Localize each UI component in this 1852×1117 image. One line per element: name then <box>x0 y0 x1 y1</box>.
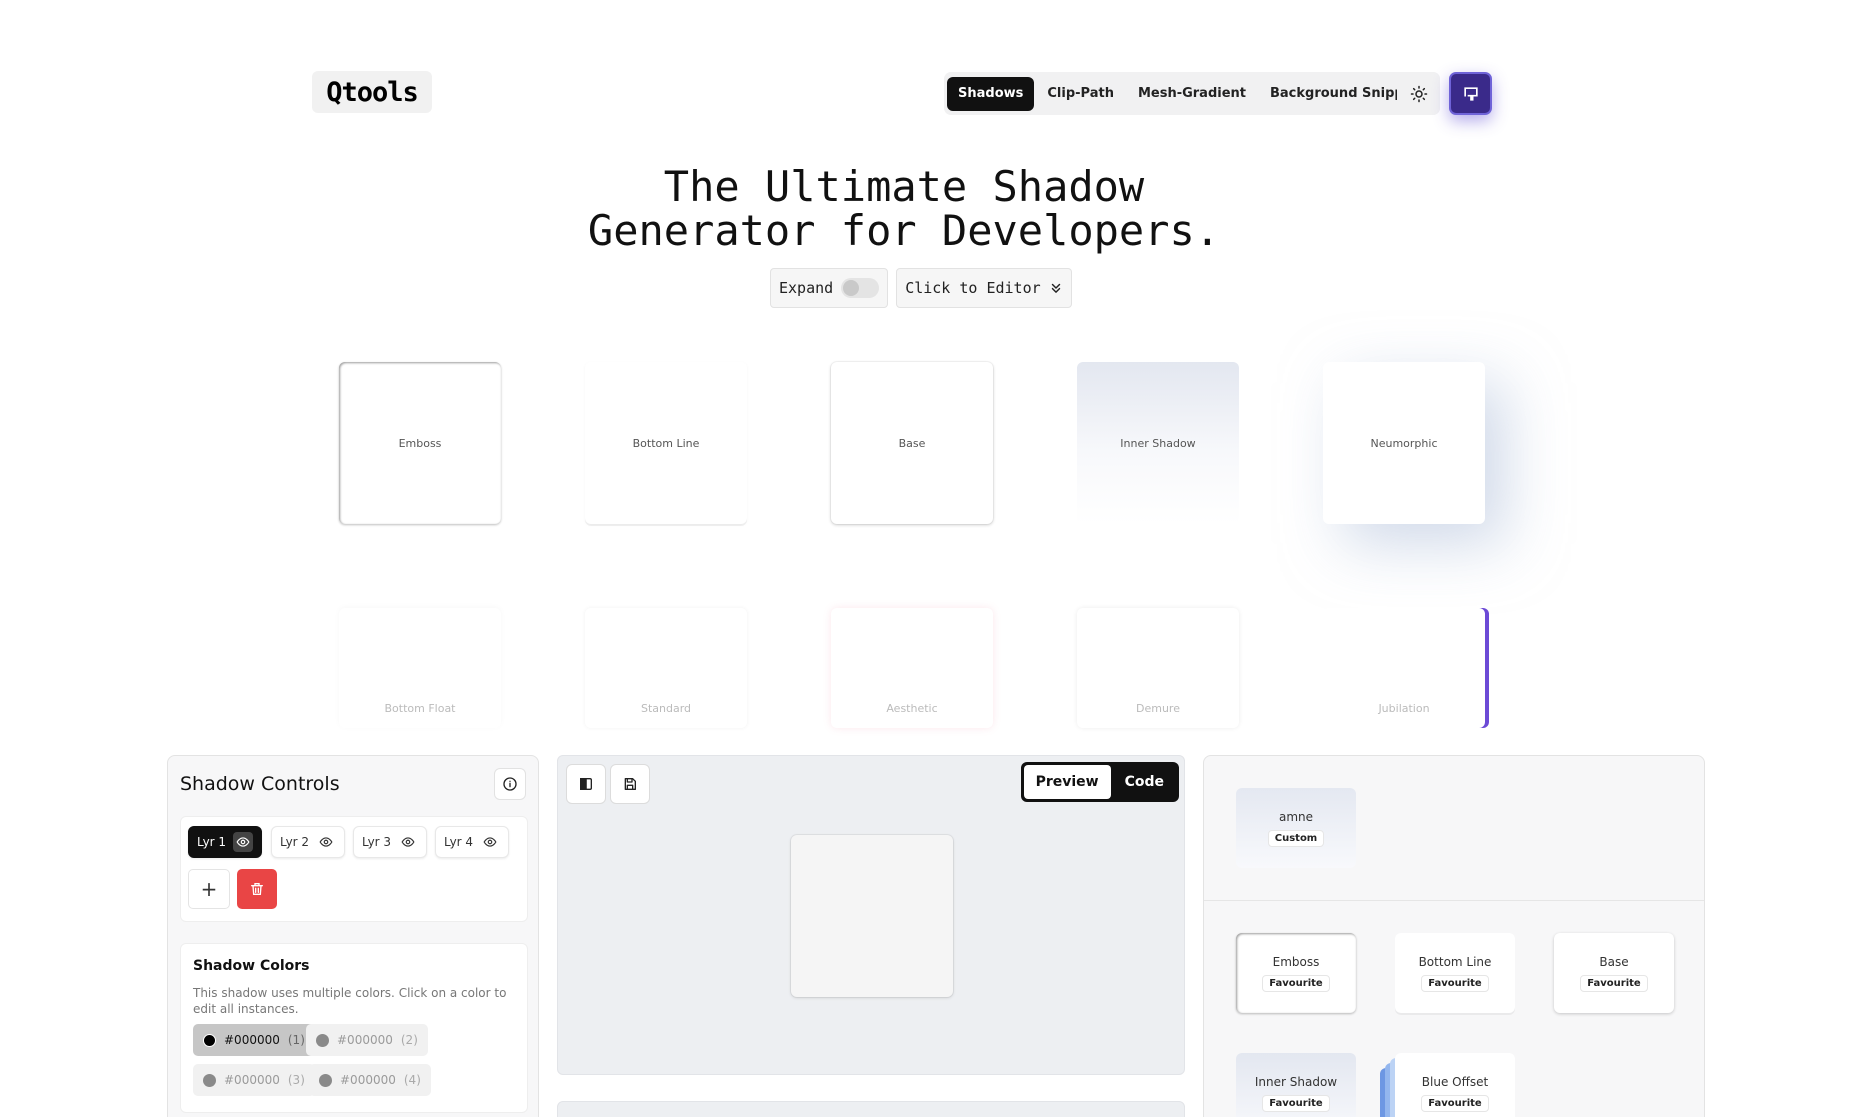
layer-tab-2[interactable]: Lyr 2 <box>271 826 346 858</box>
chevrons-down-icon <box>1051 283 1060 293</box>
color-swatch <box>316 1033 329 1047</box>
github-icon <box>1463 86 1478 101</box>
saved-shadows-panel: amne Custom Emboss Favourite Bottom Line… <box>1203 755 1705 1117</box>
info-icon <box>503 777 517 791</box>
favourite-card-inner-shadow[interactable]: Inner Shadow Favourite <box>1236 1053 1356 1117</box>
shadow-card-bottom-float[interactable]: Bottom Float <box>339 608 501 728</box>
custom-badge: Custom <box>1267 829 1325 847</box>
custom-shadow-card[interactable]: amne Custom <box>1236 788 1356 868</box>
save-button[interactable] <box>610 764 650 804</box>
layer-tab-3[interactable]: Lyr 3 <box>353 826 428 858</box>
expand-switch[interactable] <box>841 278 880 298</box>
shadow-card-standard[interactable]: Standard <box>585 608 747 728</box>
editor-secondary-panel <box>557 1101 1185 1117</box>
layer-tab-1[interactable]: Lyr 1 <box>188 826 263 858</box>
shadow-card-base[interactable]: Base <box>831 362 993 524</box>
contrast-toggle-button[interactable] <box>566 764 606 804</box>
favourite-card-bottom-line[interactable]: Bottom Line Favourite <box>1395 933 1515 1013</box>
trash-icon <box>251 883 263 895</box>
layer-tab-4[interactable]: Lyr 4 <box>435 826 510 858</box>
shadow-card-inner-shadow[interactable]: Inner Shadow <box>1077 362 1239 524</box>
shadow-card-jubilation[interactable]: Jubilation <box>1323 608 1485 728</box>
favourite-card-base[interactable]: Base Favourite <box>1554 933 1674 1013</box>
delete-layer-button[interactable] <box>237 869 277 909</box>
view-mode-toggle: Preview Code <box>1020 762 1179 802</box>
github-button[interactable] <box>1449 72 1492 115</box>
shadow-card-bottom-line[interactable]: Bottom Line <box>585 362 747 524</box>
divider <box>1204 900 1704 901</box>
shadow-card-emboss[interactable]: Emboss <box>339 362 501 524</box>
eye-icon[interactable] <box>398 832 418 852</box>
eye-icon[interactable] <box>480 832 500 852</box>
shadow-card-neumorphic[interactable]: Neumorphic <box>1323 362 1485 524</box>
favourite-card-blue-offset[interactable]: Blue Offset Favourite <box>1395 1053 1515 1117</box>
click-to-editor-button[interactable]: Click to Editor <box>896 268 1072 308</box>
color-chip-1[interactable]: #000000 (1) <box>193 1024 315 1056</box>
sun-icon <box>1410 85 1427 102</box>
color-swatch <box>203 1073 216 1087</box>
shadow-preview-box <box>791 835 953 997</box>
color-chip-2[interactable]: #000000 (2) <box>306 1024 428 1056</box>
add-layer-button[interactable]: + <box>188 869 230 909</box>
logo[interactable]: Qtools <box>312 71 432 113</box>
shadow-controls-title: Shadow Controls <box>180 773 340 795</box>
info-button[interactable] <box>494 768 526 800</box>
shadow-colors-description: This shadow uses multiple colors. Click … <box>193 986 507 1016</box>
save-icon <box>624 778 636 790</box>
page-title-line-1: The Ultimate Shadow <box>663 162 1145 211</box>
main-nav: Shadows Clip-Path Mesh-Gradient Backgrou… <box>944 72 1441 115</box>
shadow-card-demure[interactable]: Demure <box>1077 608 1239 728</box>
code-tab[interactable]: Code <box>1113 765 1176 799</box>
favourite-badge: Favourite <box>1580 974 1648 992</box>
favourite-card-emboss[interactable]: Emboss Favourite <box>1236 933 1356 1013</box>
shadow-card-aesthetic[interactable]: Aesthetic <box>831 608 993 728</box>
nav-tab-shadows[interactable]: Shadows <box>947 76 1035 111</box>
eye-icon[interactable] <box>316 832 336 852</box>
color-swatch <box>319 1073 332 1087</box>
color-chip-4[interactable]: #000000 (4) <box>309 1064 431 1096</box>
favourite-badge: Favourite <box>1262 974 1330 992</box>
page-title: The Ultimate Shadow Generator for Develo… <box>0 165 1808 253</box>
editor-preview-panel: Preview Code <box>557 755 1185 1075</box>
theme-toggle-button[interactable] <box>1397 72 1440 115</box>
preview-tab[interactable]: Preview <box>1023 765 1111 799</box>
click-to-editor-label: Click to Editor <box>905 279 1041 297</box>
nav-tab-mesh-gradient[interactable]: Mesh-Gradient <box>1127 77 1257 111</box>
shadow-colors-title: Shadow Colors <box>193 958 310 974</box>
shadow-colors-section: Shadow Colors This shadow uses multiple … <box>180 943 528 1113</box>
favourite-badge: Favourite <box>1421 1094 1489 1112</box>
expand-toggle[interactable]: Expand <box>770 268 889 308</box>
expand-label: Expand <box>779 279 834 297</box>
color-swatch <box>203 1033 216 1047</box>
favourite-badge: Favourite <box>1421 974 1489 992</box>
nav-tab-clip-path[interactable]: Clip-Path <box>1036 77 1125 111</box>
shadow-controls-panel: Shadow Controls Lyr 1 Lyr 2 Lyr 3 Lyr 4 … <box>167 755 539 1117</box>
favourite-badge: Favourite <box>1262 1094 1330 1112</box>
page-title-line-2: Generator for Developers. <box>587 206 1221 255</box>
eye-icon[interactable] <box>233 832 254 852</box>
contrast-icon <box>580 778 592 790</box>
color-chip-3[interactable]: #000000 (3) <box>193 1064 315 1096</box>
layers-section: Lyr 1 Lyr 2 Lyr 3 Lyr 4 + <box>180 816 528 922</box>
